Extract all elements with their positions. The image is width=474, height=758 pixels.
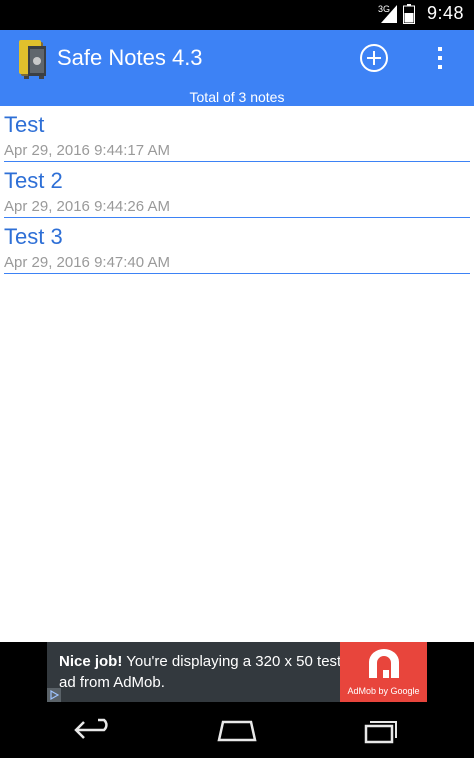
navigation-bar <box>0 702 474 758</box>
overflow-menu-icon[interactable] <box>432 42 448 74</box>
clock: 9:48 <box>426 3 464 23</box>
action-bar: Safe Notes 4.3 <box>0 30 474 88</box>
back-icon[interactable] <box>70 716 118 744</box>
ad-text: Nice job! You're displaying a 320 x 50 t… <box>59 651 344 693</box>
note-title: Test <box>4 112 45 137</box>
admob-logo: AdMob by Google <box>340 642 427 702</box>
admob-caption: AdMob by Google <box>347 686 420 696</box>
app-title: Safe Notes 4.3 <box>57 45 203 70</box>
note-date: Apr 29, 2016 9:47:40 AM <box>4 254 170 271</box>
note-item[interactable]: Test 3 Apr 29, 2016 9:47:40 AM <box>4 218 470 274</box>
note-item[interactable]: Test Apr 29, 2016 9:44:17 AM <box>4 106 470 162</box>
note-date: Apr 29, 2016 9:44:26 AM <box>4 198 170 215</box>
note-title: Test 3 <box>4 224 63 249</box>
signal-icon <box>380 4 397 23</box>
battery-icon <box>402 3 415 24</box>
ad-headline: Nice job! <box>59 653 123 670</box>
notes-count-label: Total of 3 notes <box>0 88 474 106</box>
home-icon[interactable] <box>213 716 261 744</box>
admob-icon <box>369 649 399 678</box>
notes-list: Test Apr 29, 2016 9:44:17 AM Test 2 Apr … <box>0 106 474 642</box>
recents-icon[interactable] <box>356 716 404 744</box>
ad-choices-icon[interactable] <box>47 688 61 702</box>
ad-bar: Nice job! You're displaying a 320 x 50 t… <box>0 642 474 702</box>
note-title: Test 2 <box>4 168 63 193</box>
status-bar: 3G 9:48 <box>0 0 474 30</box>
safe-icon[interactable] <box>17 40 50 80</box>
ad-banner[interactable]: Nice job! You're displaying a 320 x 50 t… <box>47 642 427 702</box>
add-note-button[interactable] <box>358 42 390 74</box>
note-date: Apr 29, 2016 9:44:17 AM <box>4 142 170 159</box>
note-item[interactable]: Test 2 Apr 29, 2016 9:44:26 AM <box>4 162 470 218</box>
